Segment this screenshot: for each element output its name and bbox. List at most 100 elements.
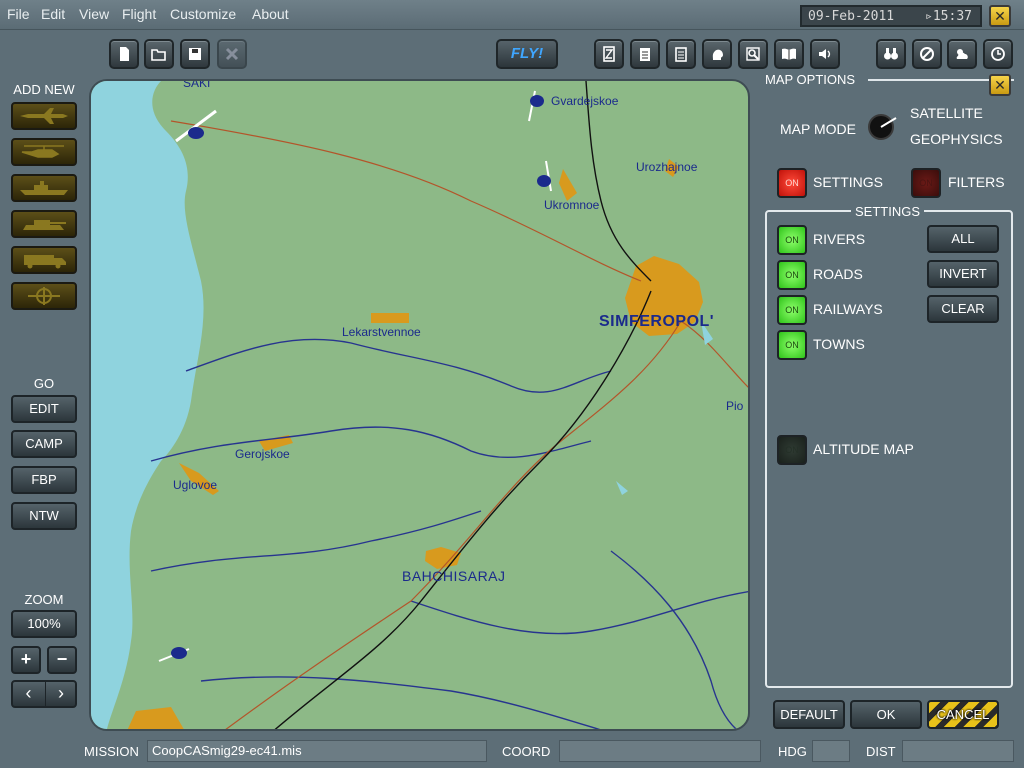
menu-view[interactable]: View [79, 6, 109, 22]
ok-button[interactable]: OK [850, 700, 922, 729]
map-options-title: MAP OPTIONS [765, 72, 856, 87]
river-line [410, 591, 748, 635]
rivers-label: RIVERS [813, 231, 866, 247]
altitude-map-label: ALTITUDE MAP [813, 441, 914, 457]
map-graphics [91, 81, 748, 729]
add-static-button[interactable] [11, 282, 77, 310]
town-label-pio: Pio [726, 399, 744, 413]
close-file-button[interactable] [217, 39, 247, 69]
folder-open-icon [151, 49, 166, 61]
go-ntw-button[interactable]: NTW [11, 502, 77, 530]
search-button[interactable] [738, 39, 768, 69]
speaker-icon [819, 49, 831, 59]
menu-flight[interactable]: Flight [122, 6, 156, 22]
recon-button[interactable] [876, 39, 906, 69]
town-label-gerojskoe: Gerojskoe [235, 447, 290, 461]
roads-toggle-led[interactable]: ON [777, 260, 807, 290]
helicopter-icon [21, 145, 64, 158]
cross-icon [225, 47, 239, 61]
pilot-button[interactable] [702, 39, 732, 69]
weather-button[interactable] [947, 39, 977, 69]
all-button[interactable]: ALL [927, 225, 999, 253]
fly-button[interactable]: FLY! [496, 39, 558, 69]
menu-customize[interactable]: Customize [170, 6, 236, 22]
town-label-lekarstvennoe: Lekarstvennoe [342, 325, 421, 339]
towns-toggle-led[interactable]: ON [777, 330, 807, 360]
add-armor-button[interactable] [11, 210, 77, 238]
go-camp-button[interactable]: CAMP [11, 430, 77, 458]
settings-toggle-led[interactable]: ON [777, 168, 807, 198]
clipboard-icon [675, 47, 687, 62]
filters-toggle-led[interactable]: ON [911, 168, 941, 198]
binoculars-icon [884, 48, 898, 60]
restrict-button[interactable] [912, 39, 942, 69]
river-line [610, 550, 738, 729]
altitude-map-toggle-led[interactable]: ON [777, 435, 807, 465]
book-icon [782, 48, 796, 60]
menu-bar: File Edit View Flight Customize About 09… [0, 0, 1024, 30]
go-edit-button[interactable]: EDIT [11, 395, 77, 423]
date-value: 09-Feb-2011 [808, 9, 895, 24]
zoom-in-button[interactable]: + [11, 646, 41, 674]
map-mode-label: MAP MODE [780, 121, 856, 137]
rivers-toggle-led[interactable]: ON [777, 225, 807, 255]
tank-icon [23, 220, 66, 230]
airfield-ukromnoe-icon [537, 160, 552, 192]
map-options-close-button[interactable]: ✕ [989, 74, 1011, 96]
mission-field: CoopCASmig29-ec41.mis [147, 740, 487, 762]
menu-about[interactable]: About [252, 6, 289, 22]
add-ship-button[interactable] [11, 174, 77, 202]
app-close-button[interactable]: ✕ [989, 5, 1011, 27]
town-area [559, 169, 577, 201]
town-label-gvardejskoe: Gvardejskoe [551, 94, 619, 108]
river-line [200, 676, 601, 729]
save-file-button[interactable] [180, 39, 210, 69]
add-helicopter-button[interactable] [11, 138, 77, 166]
town-area [371, 313, 409, 323]
time-button[interactable] [983, 39, 1013, 69]
scroll-right-button[interactable]: › [45, 682, 76, 706]
road-line [680, 320, 748, 388]
mode-satellite-option[interactable]: SATELLITE [910, 105, 983, 121]
add-vehicle-button[interactable] [11, 246, 77, 274]
river-line [185, 338, 612, 393]
railways-toggle-led[interactable]: ON [777, 295, 807, 325]
mission-notes-button[interactable] [630, 39, 660, 69]
towns-label: TOWNS [813, 336, 865, 352]
briefing-button[interactable] [594, 39, 624, 69]
map-mode-knob[interactable] [866, 112, 900, 142]
magnifier-icon [746, 47, 760, 61]
default-button[interactable]: DEFAULT [773, 700, 845, 729]
clear-button[interactable]: CLEAR [927, 295, 999, 323]
cancel-button[interactable]: CANCEL [927, 700, 999, 729]
time-value: ▹15:37 [925, 9, 972, 24]
no-entry-icon [920, 47, 934, 61]
zoom-level-display: 100% [11, 610, 77, 638]
mission-map[interactable]: SAKI Gvardejskoe Urozhajnoe Ukromnoe Lek… [89, 79, 750, 731]
menu-edit[interactable]: Edit [41, 6, 65, 22]
zoom-out-button[interactable]: − [47, 646, 77, 674]
head-profile-icon [712, 49, 723, 60]
menu-file[interactable]: File [7, 6, 30, 22]
encyclopedia-button[interactable] [774, 39, 804, 69]
checklist-button[interactable] [666, 39, 696, 69]
hourglass-icon [603, 46, 615, 62]
town-label-ukromnoe: Ukromnoe [544, 198, 600, 212]
open-file-button[interactable] [144, 39, 174, 69]
go-fbp-button[interactable]: FBP [11, 466, 77, 494]
scroll-left-button[interactable]: ‹ [13, 682, 44, 706]
settings-panel-title: SETTINGS [851, 204, 925, 219]
coord-field [559, 740, 761, 762]
sound-button[interactable] [810, 39, 840, 69]
add-aircraft-button[interactable] [11, 102, 77, 130]
new-file-button[interactable] [109, 39, 139, 69]
dist-label: DIST [866, 744, 896, 759]
invert-button[interactable]: INVERT [927, 260, 999, 288]
jet-icon [20, 108, 68, 124]
filters-toggle-label: FILTERS [948, 174, 1005, 190]
lake [616, 481, 628, 495]
railway-line [585, 81, 652, 282]
mode-geophysics-option[interactable]: GEOPHYSICS [910, 131, 1003, 147]
ship-icon [20, 181, 68, 195]
add-new-label: ADD NEW [13, 82, 75, 97]
